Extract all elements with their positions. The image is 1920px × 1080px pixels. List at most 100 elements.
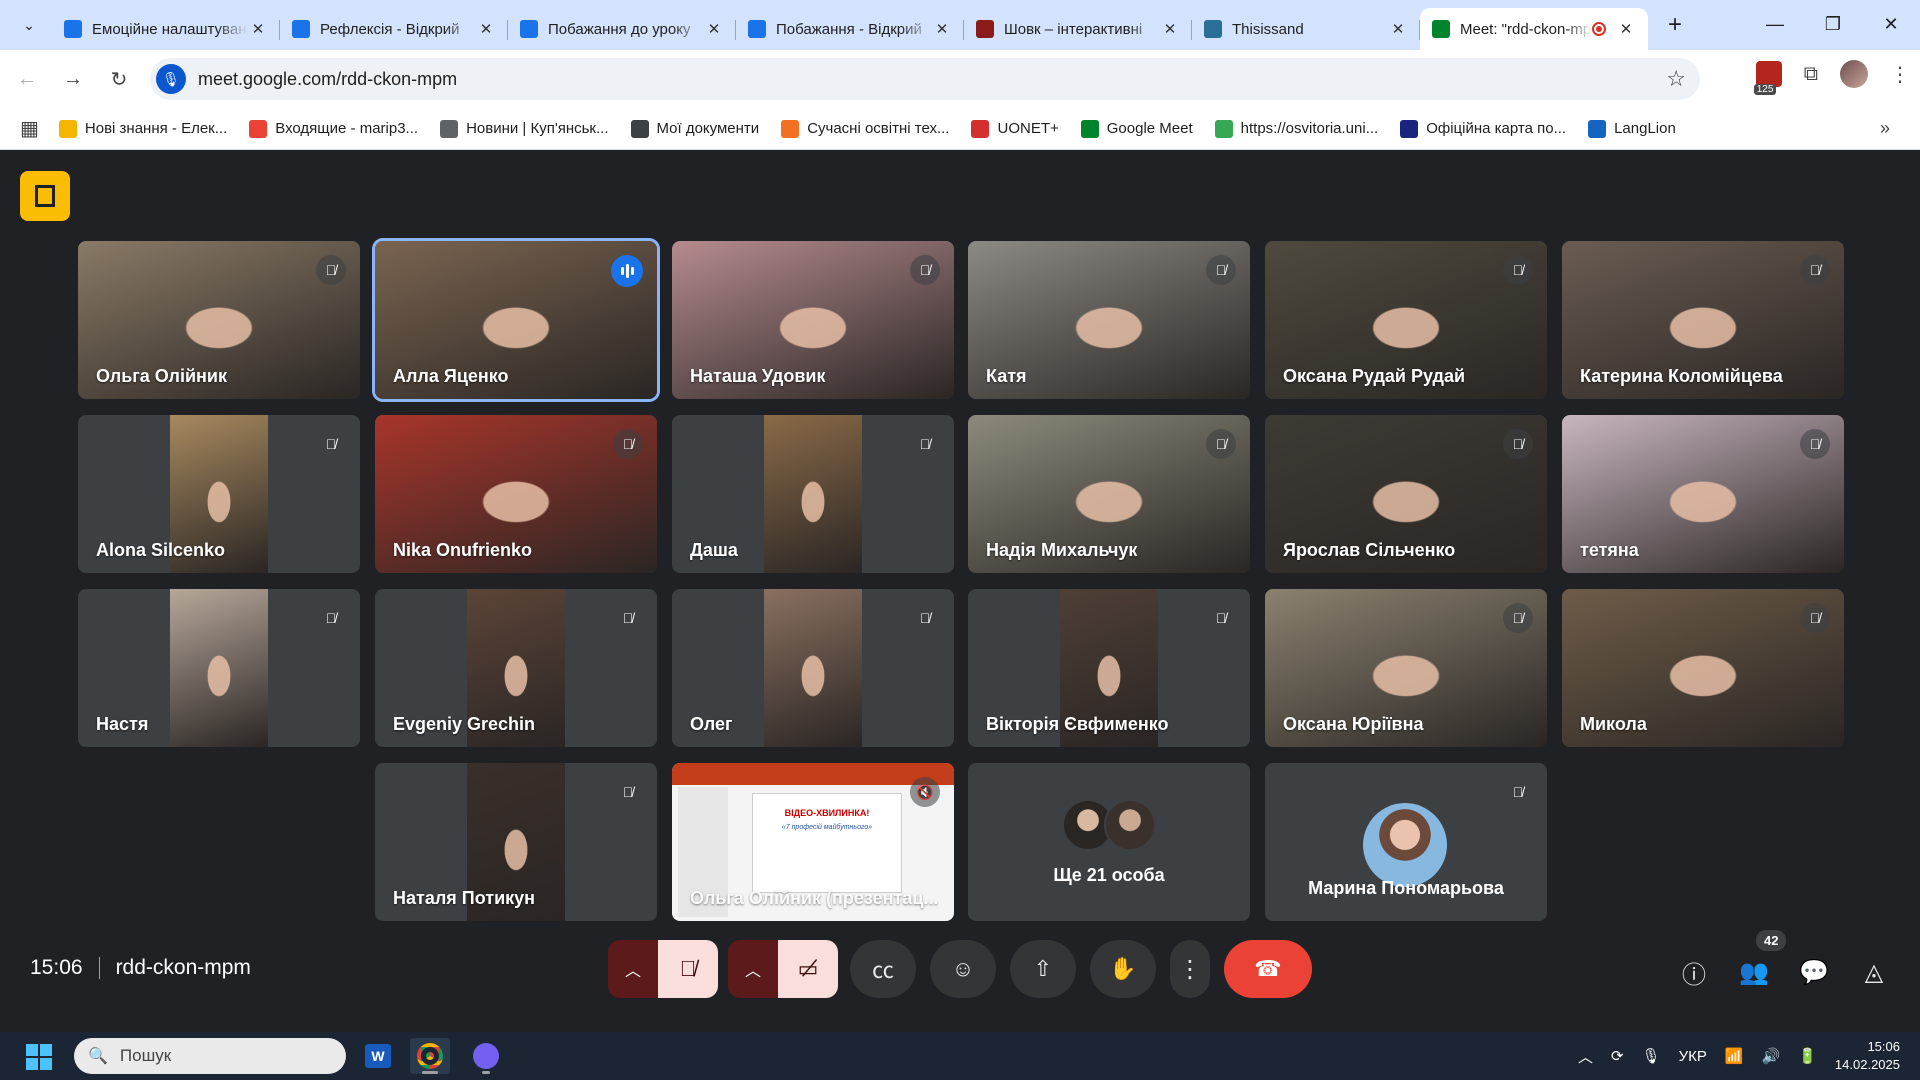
participant-tile[interactable]: 🎙̸ Настя	[78, 589, 360, 747]
search-placeholder: Пошук	[119, 1046, 172, 1065]
bookmark-item[interactable]: https://osvitoria.uni...	[1214, 119, 1378, 138]
tab-close-icon[interactable]: ✕	[1160, 20, 1180, 38]
extension-icon[interactable]: 125	[1753, 61, 1782, 95]
participant-tile[interactable]: 🎙̸ Марина Пономарьова	[1265, 763, 1547, 921]
browser-tab[interactable]: Побажання - Відкрий ✕	[736, 8, 964, 50]
more-options-button[interactable]: ⋮	[1170, 940, 1210, 998]
bookmark-item[interactable]: Нові знання - Елек...	[58, 119, 227, 138]
tab-favicon-icon	[1204, 20, 1222, 38]
participant-name: Микола	[1580, 714, 1647, 734]
more-people-tile[interactable]: Ще 21 особа	[968, 763, 1250, 921]
bookmark-item[interactable]: Google Meet	[1080, 119, 1193, 138]
system-clock[interactable]: 15:06 14.02.2025	[1835, 1038, 1900, 1074]
microphone-indicator-icon[interactable]: 🎙	[156, 64, 186, 94]
participant-tile[interactable]: Алла Яценко	[375, 241, 657, 399]
browser-tab[interactable]: Шовк – інтерактивні ✕	[964, 8, 1192, 50]
participant-tile[interactable]: 🎙̸ Микола	[1562, 589, 1844, 747]
participant-tile[interactable]: 🎙̸ Оксана Юріївна	[1265, 589, 1547, 747]
participant-tile[interactable]: 🎙̸ Олег	[672, 589, 954, 747]
windows-start-icon[interactable]	[26, 1044, 52, 1070]
tray-overflow-icon[interactable]: ︿	[1578, 1046, 1593, 1067]
browser-tab[interactable]: Побажання до уроку ✕	[508, 8, 736, 50]
minimize-icon[interactable]: —	[1746, 0, 1804, 48]
profile-avatar[interactable]	[1840, 60, 1868, 88]
forward-icon[interactable]: →	[54, 60, 92, 98]
close-window-icon[interactable]: ✕	[1862, 0, 1920, 48]
bookmark-item[interactable]: LangLion	[1588, 119, 1676, 138]
volume-icon[interactable]: 🔊	[1762, 1047, 1781, 1065]
present-screen-button[interactable]: ⇧	[1010, 940, 1076, 998]
mic-off-icon: 🎙̸	[316, 429, 346, 459]
tab-close-icon[interactable]: ✕	[1616, 20, 1636, 38]
participant-tile[interactable]: 🎙̸ Ярослав Сільченко	[1265, 415, 1547, 573]
participant-tile[interactable]: 🎙̸ Наташа Удовик	[672, 241, 954, 399]
participant-tile[interactable]: 🎙̸ Катя	[968, 241, 1250, 399]
bookmark-label: Новини | Куп'янськ...	[466, 120, 609, 137]
bookmark-item[interactable]: Сучасні освітні тех...	[781, 119, 949, 138]
captions-button[interactable]: ㏄	[850, 940, 916, 998]
language-indicator[interactable]: УКР	[1679, 1048, 1707, 1065]
taskbar-search[interactable]: 🔍 Пошук	[74, 1038, 346, 1074]
participant-tile[interactable]: 🎙̸ Наталя Потикун	[375, 763, 657, 921]
tab-close-icon[interactable]: ✕	[476, 20, 496, 38]
people-icon[interactable]: 👥	[1734, 952, 1774, 992]
bookmark-item[interactable]: Входящие - marip3...	[249, 119, 418, 138]
bookmark-item[interactable]: Офіційна карта по...	[1400, 119, 1566, 138]
maximize-icon[interactable]: ❐	[1804, 0, 1862, 48]
video-settings-chevron-icon[interactable]: ︿	[728, 940, 778, 998]
chat-icon[interactable]: 💬	[1794, 952, 1834, 992]
bookmark-item[interactable]: Мої документи	[630, 119, 759, 138]
participant-tile[interactable]: 🎙̸ тетяна	[1562, 415, 1844, 573]
participant-tile[interactable]: 🎙̸ Даша	[672, 415, 954, 573]
bookmark-star-icon[interactable]: ☆	[1666, 66, 1686, 92]
participant-tile[interactable]: 🎙̸ Evgeniy Grechin	[375, 589, 657, 747]
leave-call-button[interactable]: ☎	[1224, 940, 1312, 998]
tab-search-icon[interactable]: ⌄	[12, 8, 46, 42]
participant-tile[interactable]: 🎙̸ Оксана Рудай Рудай	[1265, 241, 1547, 399]
bookmark-item[interactable]: UONET+	[971, 119, 1059, 138]
new-tab-button[interactable]: +	[1658, 8, 1692, 42]
participant-tile[interactable]: 🎙̸ Alona Silcenko	[78, 415, 360, 573]
url-text[interactable]: meet.google.com/rdd-ckon-mpm	[198, 69, 457, 90]
raise-hand-button[interactable]: ✋	[1090, 940, 1156, 998]
presentation-tile[interactable]: ВІДЕО-ХВИЛИНКА! «7 професій майбутнього»…	[672, 763, 954, 921]
bookmark-favicon-icon	[440, 119, 459, 138]
participant-tile[interactable]: 🎙̸ Катерина Коломійцева	[1562, 241, 1844, 399]
chrome-app-icon[interactable]	[410, 1038, 450, 1074]
audio-settings-chevron-icon[interactable]: ︿	[608, 940, 658, 998]
mic-off-button[interactable]: 🎙̸	[658, 940, 718, 998]
participant-tile[interactable]: 🎙̸ Вікторія Євфименко	[968, 589, 1250, 747]
participant-tile[interactable]: 🎙̸ Ольга Олійник	[78, 241, 360, 399]
wifi-icon[interactable]: 📶	[1725, 1047, 1744, 1065]
back-icon[interactable]: ←	[8, 60, 46, 98]
tab-close-icon[interactable]: ✕	[1388, 20, 1408, 38]
meeting-details-icon[interactable]: ⓘ	[1674, 952, 1714, 992]
tab-close-icon[interactable]: ✕	[248, 20, 268, 38]
browser-menu-icon[interactable]: ⋮	[1890, 62, 1910, 87]
meeting-room-icon[interactable]	[20, 171, 70, 221]
participant-tile[interactable]: 🎙̸ Nika Onufrienko	[375, 415, 657, 573]
participant-tile[interactable]: 🎙̸ Надія Михальчук	[968, 415, 1250, 573]
extensions-puzzle-icon[interactable]: ⧉	[1804, 63, 1818, 86]
bookmarks-overflow-icon[interactable]: »	[1880, 118, 1890, 139]
activities-icon[interactable]: ◬	[1854, 952, 1894, 992]
word-app-icon[interactable]: W	[358, 1038, 398, 1074]
viber-app-icon[interactable]	[466, 1038, 506, 1074]
reload-icon[interactable]: ↻	[100, 60, 138, 98]
browser-tab[interactable]: Thisissand ✕	[1192, 8, 1420, 50]
apps-grid-icon[interactable]: ▦	[20, 116, 39, 141]
microphone-icon[interactable]: 🎙	[1642, 1047, 1661, 1065]
browser-tab[interactable]: Meet: "rdd-ckon-mpm" ✕	[1420, 8, 1648, 50]
reactions-button[interactable]: ☺	[930, 940, 996, 998]
sync-icon[interactable]: ⟳	[1611, 1047, 1624, 1065]
bookmark-favicon-icon	[249, 119, 268, 138]
bookmark-item[interactable]: Новини | Куп'янськ...	[440, 119, 609, 138]
address-bar[interactable]: 🎙 meet.google.com/rdd-ckon-mpm ☆	[150, 58, 1700, 100]
tab-favicon-icon	[292, 20, 310, 38]
tab-close-icon[interactable]: ✕	[704, 20, 724, 38]
browser-tab[interactable]: Рефлексія - Відкрий ✕	[280, 8, 508, 50]
camera-off-button[interactable]: ▭̸	[778, 940, 838, 998]
tab-close-icon[interactable]: ✕	[932, 20, 952, 38]
browser-tab[interactable]: Емоційне налаштування ✕	[52, 8, 280, 50]
battery-icon[interactable]: 🔋	[1798, 1047, 1817, 1065]
